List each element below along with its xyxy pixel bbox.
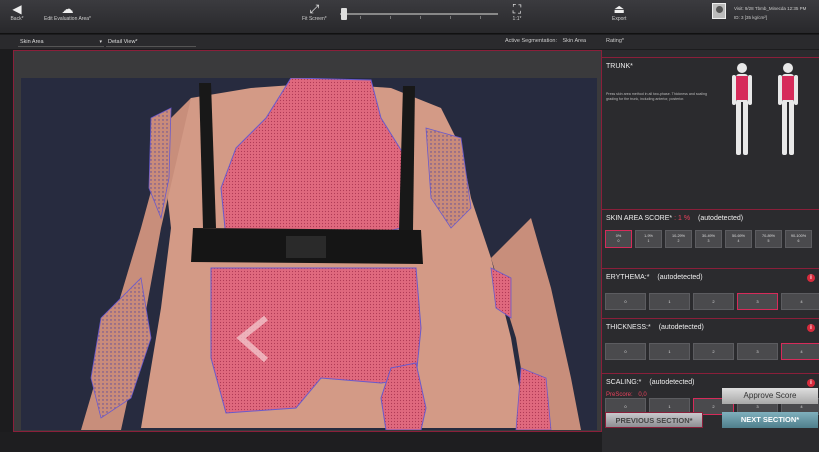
skin-area-option-5[interactable]: 70-89% 5 — [755, 230, 782, 248]
thickness-section: THICKNESS:* (autodetected) i 0 1 2 3 4 — [602, 318, 819, 369]
erythema-option-3[interactable]: 3 — [737, 293, 778, 310]
zoom-label: 1:1* — [512, 16, 522, 22]
thickness-options: 0 1 2 3 4 — [605, 343, 819, 360]
thickness-option-4[interactable]: 4 — [781, 343, 819, 360]
thickness-header: THICKNESS:* (autodetected) — [606, 324, 704, 331]
thickness-status: (autodetected) — [658, 324, 704, 331]
back-arrow-icon: ◀ — [12, 2, 22, 16]
option-score: 5 — [767, 239, 770, 243]
thickness-option-0[interactable]: 0 — [605, 343, 646, 360]
active-seg-value: Skin Area — [562, 38, 587, 44]
zoom-slider-thumb[interactable] — [341, 8, 347, 20]
skin-area-option-2[interactable]: 10-29% 2 — [665, 230, 692, 248]
prescore-value: 0,0 — [638, 392, 647, 398]
option-score: 1 — [647, 239, 650, 243]
zoom-slider-track — [340, 13, 498, 15]
skin-area-select[interactable]: Skin Area ▾ — [18, 37, 104, 47]
erythema-option-1[interactable]: 1 — [649, 293, 690, 310]
fit-screen-button[interactable]: ⤢ Fit Screen* — [302, 2, 327, 22]
skin-area-score-status: (autodetected) — [698, 215, 744, 222]
toolbar: ◀ Back* ☁ Edit Evaluation Area* ⤢ Fit Sc… — [0, 0, 819, 34]
zoom-tick — [480, 16, 481, 19]
detail-view-select-value: Detail View* — [108, 39, 138, 45]
zoom-tick — [390, 16, 391, 19]
zoom-tick — [450, 16, 451, 19]
option-score: 2 — [677, 239, 680, 243]
info-icon[interactable]: i — [807, 379, 815, 387]
skin-area-score-header: SKIN AREA SCORE* : 1 % (autodetected) — [606, 215, 743, 222]
trunk-title: TRUNK* — [606, 63, 633, 70]
erythema-section: ERYTHEMA:* (autodetected) i 0 1 2 3 4 — [602, 268, 819, 318]
zoom-1to1-button[interactable]: ⛶ 1:1* — [510, 2, 524, 22]
edit-evaluation-area-button[interactable]: ☁ Edit Evaluation Area* — [44, 2, 91, 22]
scaling-header: SCALING:* (autodetected) — [606, 379, 695, 386]
skin-area-score-value: : 1 % — [674, 215, 691, 222]
export-button[interactable]: ⏏ Export — [612, 2, 626, 22]
skin-area-select-value: Skin Area — [20, 39, 44, 45]
skin-area-option-3[interactable]: 30-49% 3 — [695, 230, 722, 248]
trunk-description: Press skin area method in all two-phase.… — [606, 92, 708, 101]
erythema-label: ERYTHEMA:* — [606, 274, 650, 281]
back-label: Back* — [10, 16, 24, 22]
erythema-status: (autodetected) — [657, 274, 703, 281]
previous-section-button[interactable]: PREVIOUS SECTION* — [605, 412, 703, 428]
export-label: Export — [612, 16, 627, 22]
scaling-label: SCALING:* — [606, 379, 642, 386]
active-segmentation: Active Segmentation: Skin Area — [505, 38, 586, 44]
scaling-status: (autodetected) — [649, 379, 695, 386]
skin-area-option-1[interactable]: 1-9% 1 — [635, 230, 662, 248]
skin-area-options: 0% 0 1-9% 1 10-29% 2 30-49% 3 50-69% 4 70-89%… — [605, 230, 812, 248]
trunk-section: TRUNK* Press skin area method in all two… — [602, 57, 819, 209]
edit-area-icon: ☁ — [61, 2, 74, 16]
prescore-label: PreScore: — [606, 392, 633, 398]
option-score: 6 — [797, 239, 800, 243]
detail-view-select[interactable]: Detail View* — [106, 37, 196, 47]
erythema-option-4[interactable]: 4 — [781, 293, 819, 310]
info-icon[interactable]: i — [807, 274, 815, 282]
approve-score-button[interactable]: Approve Score — [722, 388, 818, 404]
skin-segmentation-image — [21, 78, 597, 430]
skin-area-option-0[interactable]: 0% 0 — [605, 230, 632, 248]
next-section-button[interactable]: NEXT SECTION* — [722, 412, 818, 428]
prescore: PreScore: 0,0 — [606, 392, 647, 398]
skin-area-option-6[interactable]: 90-100% 6 — [785, 230, 812, 248]
sub-toolbar: Skin Area ▾ Detail View* Active Segmenta… — [0, 35, 819, 49]
fit-screen-icon: ⤢ — [309, 2, 320, 16]
edit-label: Edit Evaluation Area* — [44, 16, 91, 22]
expand-icon: ⛶ — [512, 2, 522, 16]
erythema-option-0[interactable]: 0 — [605, 293, 646, 310]
user-line-2: ID: 3 [35 kg/cm²] — [734, 15, 768, 20]
export-icon: ⏏ — [613, 2, 625, 16]
fit-label: Fit Screen* — [302, 16, 327, 22]
skin-area-option-4[interactable]: 50-69% 4 — [725, 230, 752, 248]
option-score: 0 — [617, 239, 620, 243]
patient-back-image[interactable] — [21, 78, 597, 430]
active-seg-label: Active Segmentation: — [505, 38, 557, 44]
zoom-slider[interactable] — [340, 8, 498, 20]
erythema-option-2[interactable]: 2 — [693, 293, 734, 310]
thickness-option-1[interactable]: 1 — [649, 343, 690, 360]
bottom-bar — [0, 432, 602, 452]
image-panel — [13, 50, 602, 432]
user-line-1: Visit: 9/28 Tbmb_Minecda 12:35 PM — [734, 6, 807, 11]
erythema-options: 0 1 2 3 4 — [605, 293, 819, 310]
rating-panel: TRUNK* Press skin area method in all two… — [602, 50, 819, 452]
skin-area-score-section: SKIN AREA SCORE* : 1 % (autodetected) 0%… — [602, 209, 819, 267]
body-map-icon — [732, 63, 798, 155]
erythema-header: ERYTHEMA:* (autodetected) — [606, 274, 703, 281]
back-button[interactable]: ◀ Back* — [10, 2, 24, 22]
skin-area-score-label: SKIN AREA SCORE* — [606, 215, 673, 222]
info-icon[interactable]: i — [807, 324, 815, 332]
zoom-tick — [420, 16, 421, 19]
user-info: Visit: 9/28 Tbmb_Minecda 12:35 PM ID: 3 … — [712, 3, 819, 31]
option-score: 3 — [707, 239, 710, 243]
zoom-tick — [360, 16, 361, 19]
avatar — [712, 3, 726, 19]
thickness-label: THICKNESS:* — [606, 324, 651, 331]
option-score: 4 — [737, 239, 740, 243]
thickness-option-3[interactable]: 3 — [737, 343, 778, 360]
thickness-option-2[interactable]: 2 — [693, 343, 734, 360]
chevron-down-icon: ▾ — [99, 39, 102, 45]
rating-label: Rating* — [606, 38, 625, 44]
